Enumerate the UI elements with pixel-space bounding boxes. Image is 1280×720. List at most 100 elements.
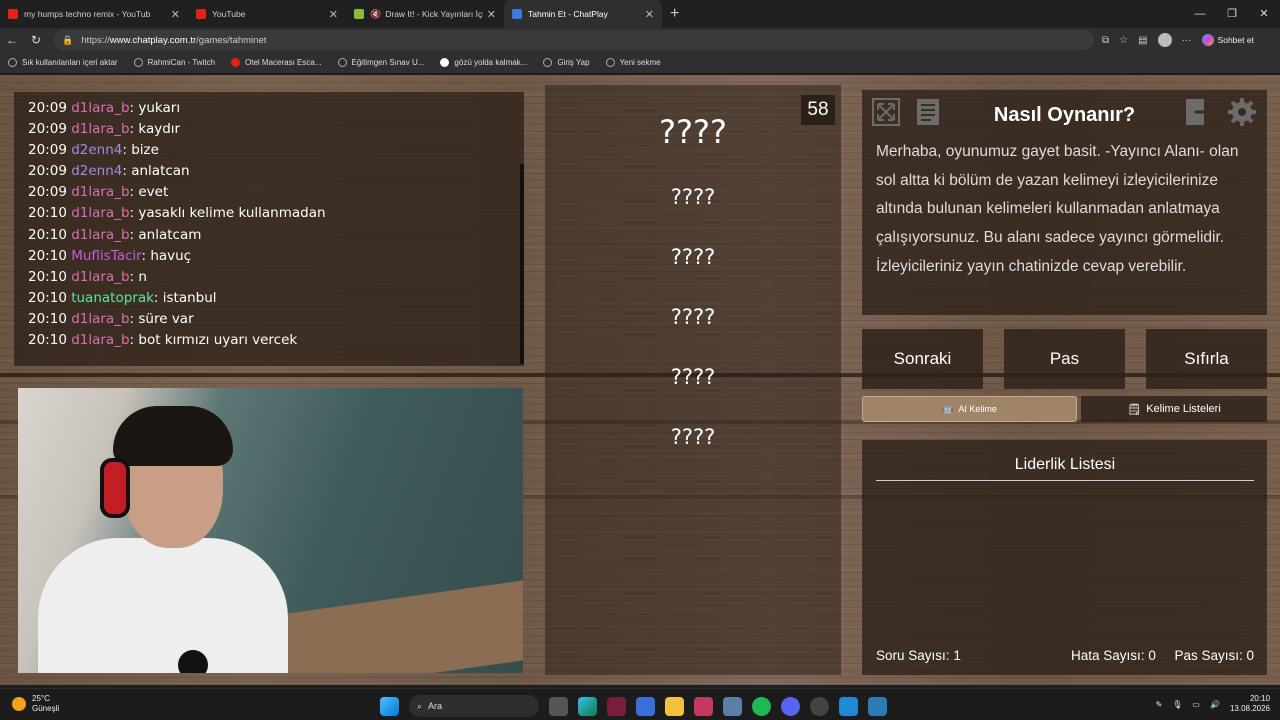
forbidden-word-2: ????	[670, 245, 716, 269]
vscode-icon[interactable]	[839, 696, 858, 716]
game-actions: Sonraki Pas Sıfırla	[862, 329, 1267, 389]
url-input[interactable]: 🔒 https://www.chatplay.com.tr/games/tahm…	[54, 30, 1094, 50]
microphone-icon[interactable]: 🎙	[1172, 700, 1182, 709]
minimize-button[interactable]: —	[1184, 0, 1216, 28]
chat-message: 20:09 d1lara_b: yukarı	[28, 98, 510, 119]
close-window-button[interactable]: ✕	[1248, 0, 1280, 28]
chat-username[interactable]: d1lara_b	[71, 269, 129, 285]
app-icon[interactable]	[607, 696, 626, 716]
favorites-icon[interactable]: ☆	[1119, 35, 1128, 46]
obs-icon[interactable]	[810, 696, 829, 716]
tab-title: my humps techno remix - YouTub	[24, 9, 151, 19]
tab-ai-word[interactable]: 🤖 AI Kelime	[862, 396, 1077, 422]
how-to-play-text: Merhaba, oyunumuz gayet basit. -Yayıncı …	[876, 143, 1239, 275]
windows-start-icon[interactable]	[380, 696, 399, 716]
bookmark-egitimgen[interactable]: Eğitimgen Sınav U...	[337, 58, 425, 67]
chat-username[interactable]: d2enn4	[71, 142, 122, 158]
edge-icon[interactable]	[578, 696, 597, 716]
error-count-stat: Hata Sayısı: 0	[1071, 648, 1156, 663]
chat-panel[interactable]: 20:09 d1lara_b: yukarı 20:09 d1lara_b: ka…	[14, 92, 524, 366]
chat-message: 20:09 d1lara_b: kaydır	[28, 119, 510, 140]
chat-username[interactable]: d1lara_b	[71, 121, 129, 137]
tab-draw-it[interactable]: 🔇 Draw It! - Kick Yayınları İçin Ç ✕	[346, 0, 504, 28]
chat-username[interactable]: d1lara_b	[71, 184, 129, 200]
chat-username[interactable]: tuanatoprak	[71, 290, 154, 306]
bookmark-import[interactable]: Sık kullanılanları içeri aktar	[8, 58, 118, 67]
chat-username[interactable]: MuflisTacir	[71, 248, 141, 264]
chat-timestamp: 20:10	[28, 332, 67, 349]
bookmark-label: Eğitimgen Sınav U...	[351, 58, 425, 67]
next-button[interactable]: Sonraki	[862, 329, 983, 389]
task-view-icon[interactable]	[549, 696, 568, 716]
chat-username[interactable]: d1lara_b	[71, 205, 129, 221]
exit-icon[interactable]	[1184, 96, 1216, 128]
refresh-button[interactable]: ↻	[24, 33, 48, 47]
site-info-icon[interactable]: 🔒	[62, 35, 73, 46]
bookmark-label: Otel Macerası Esca...	[245, 58, 322, 67]
microphone-icon	[178, 650, 208, 673]
chat-timestamp: 20:10	[28, 289, 67, 306]
bookmark-rahmican[interactable]: RahmiCan - Twitch	[133, 58, 215, 67]
collections-icon[interactable]: ▤	[1138, 35, 1147, 46]
google-icon	[440, 58, 450, 67]
spotify-icon[interactable]	[752, 696, 771, 716]
pass-button[interactable]: Pas	[1004, 329, 1125, 389]
webcam-person-shirt	[38, 538, 288, 673]
file-explorer-icon[interactable]	[665, 696, 684, 716]
settings-icon[interactable]	[723, 696, 742, 716]
pen-icon[interactable]: ✎	[1156, 700, 1163, 709]
app-icon[interactable]	[694, 696, 713, 716]
speaker-muted-icon[interactable]: 🔇	[370, 9, 381, 20]
chat-scrollbar[interactable]	[520, 164, 524, 364]
extensions-icon[interactable]: ⧉	[1102, 35, 1109, 46]
chat-username[interactable]: d1lara_b	[71, 100, 129, 116]
more-menu-icon[interactable]: ···	[1182, 35, 1192, 46]
tab-ai-word-label: AI Kelime	[958, 404, 997, 414]
chat-message: 20:10 d1lara_b: n	[28, 267, 510, 288]
discord-icon[interactable]	[781, 696, 800, 716]
chat-username[interactable]: d1lara_b	[71, 332, 129, 348]
tab-word-lists[interactable]: 🗒 Kelime Listeleri	[1081, 396, 1267, 422]
chat-text: istanbul	[162, 289, 217, 306]
copilot-button[interactable]: Sohbet et	[1201, 34, 1254, 46]
forbidden-word-4: ????	[670, 365, 716, 389]
app-icon[interactable]	[868, 696, 887, 716]
close-tab-icon[interactable]: ✕	[645, 8, 654, 21]
tab-youtube[interactable]: YouTube ✕	[188, 0, 346, 28]
clock[interactable]: 20:10 13.08.2026	[1230, 694, 1270, 714]
close-tab-icon[interactable]: ✕	[487, 8, 496, 21]
store-icon[interactable]	[636, 696, 655, 716]
bookmark-yeni-sekme[interactable]: Yeni sekme	[605, 58, 661, 67]
chat-username[interactable]: d1lara_b	[71, 227, 129, 243]
taskbar-search[interactable]: ⌕ Ara	[409, 695, 539, 717]
chat-username[interactable]: d2enn4	[71, 163, 122, 179]
headphones-icon	[100, 458, 130, 518]
network-icon[interactable]: ▭	[1192, 700, 1200, 709]
search-icon: ⌕	[417, 700, 423, 711]
bookmark-otel[interactable]: Otel Macerası Esca...	[231, 58, 322, 67]
stat-value: 0	[1148, 648, 1156, 663]
new-tab-button[interactable]: +	[670, 5, 679, 23]
bookmark-label: Giriş Yap	[557, 58, 590, 67]
close-tab-icon[interactable]: ✕	[329, 8, 338, 21]
weather-widget[interactable]: 25°C Güneşli	[12, 694, 59, 714]
volume-icon[interactable]: 🔊	[1210, 700, 1220, 709]
profile-avatar[interactable]	[1157, 33, 1172, 47]
tab-tahmin-et[interactable]: Tahmin Et - ChatPlay ✕	[504, 0, 662, 28]
settings-gear-icon[interactable]	[1226, 96, 1258, 128]
chat-username[interactable]: d1lara_b	[71, 311, 129, 327]
chat-text: evet	[138, 184, 169, 201]
bookmark-giris[interactable]: Giriş Yap	[543, 58, 590, 67]
question-count-stat: Soru Sayısı: 1	[876, 648, 961, 663]
bookmarks-bar: Sık kullanılanları içeri aktar RahmiCan …	[0, 52, 1280, 74]
back-button[interactable]: ←	[0, 33, 24, 47]
reset-button[interactable]: Sıfırla	[1146, 329, 1267, 389]
close-tab-icon[interactable]: ✕	[171, 8, 180, 21]
sun-icon	[12, 697, 26, 711]
chat-message: 20:10 d1lara_b: yasaklı kelime kullanmad…	[28, 203, 510, 224]
tab-youtube-remix[interactable]: my humps techno remix - YouTub ✕	[0, 0, 188, 28]
chat-message: 20:10 d1lara_b: bot kırmızı uyarı vercek	[28, 330, 510, 351]
forbidden-word-1: ????	[670, 185, 716, 209]
bookmark-gozu-yolda[interactable]: gözü yolda kalmak...	[440, 58, 527, 67]
restore-button[interactable]: ❐	[1216, 0, 1248, 28]
